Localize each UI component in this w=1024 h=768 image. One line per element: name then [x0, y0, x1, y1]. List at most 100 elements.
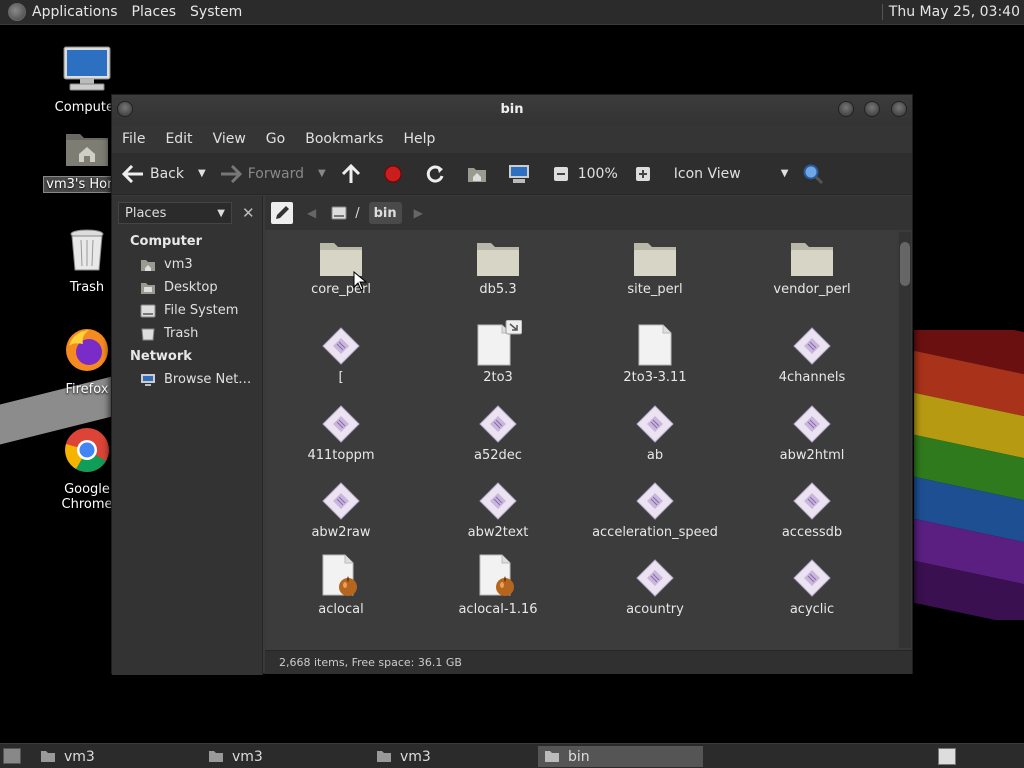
edit-location-icon[interactable] [271, 202, 293, 224]
location-bar: ◀ / bin ▶ [265, 196, 912, 230]
file-item[interactable]: abw2text [423, 479, 573, 540]
file-item[interactable]: core_perl [267, 236, 416, 297]
folder-icon [737, 236, 887, 278]
taskbar-item-active[interactable]: bin [538, 746, 703, 767]
file-item[interactable]: acyclic [737, 556, 887, 617]
sidebar-item-trash[interactable]: Trash [112, 322, 262, 345]
sidebar-section-computer: Computer [130, 234, 203, 249]
taskbar-item[interactable]: vm3 [202, 746, 367, 767]
distro-logo-icon[interactable] [8, 3, 26, 21]
maximize-button[interactable] [864, 101, 880, 117]
computer-button[interactable] [508, 163, 536, 185]
sidebar-item-vm3[interactable]: vm3 [112, 253, 262, 276]
window-titlebar[interactable]: bin [112, 95, 912, 125]
home-folder-icon [141, 259, 155, 271]
file-item[interactable]: acceleration_speed [580, 479, 730, 540]
bottom-panel: vm3 vm3 vm3 bin [0, 743, 1024, 768]
back-button[interactable]: Back ▼ [122, 163, 206, 185]
menu-go[interactable]: Go [266, 131, 285, 147]
zoom-out-button[interactable]: 100% [550, 163, 618, 185]
mouse-cursor-icon [353, 271, 367, 291]
menu-view[interactable]: View [213, 131, 246, 147]
menubar: File Edit View Go Bookmarks Help [112, 125, 912, 153]
file-item[interactable]: vendor_perl [737, 236, 887, 297]
window-title: bin [500, 102, 524, 117]
reload-button[interactable] [424, 163, 452, 185]
folder-icon [41, 751, 55, 762]
zoom-in-button[interactable] [632, 163, 660, 185]
home-button[interactable] [466, 163, 494, 185]
sidebar-item-desktop[interactable]: Desktop [112, 276, 262, 299]
vertical-scrollbar[interactable] [899, 232, 911, 648]
sidebar-item-browse-network[interactable]: Browse Net… [112, 368, 262, 391]
clock[interactable]: Thu May 25, 03:40 [881, 4, 1020, 20]
back-history-dropdown-icon[interactable]: ▼ [198, 168, 206, 179]
menu-edit[interactable]: Edit [165, 131, 192, 147]
crumb-root[interactable]: / [326, 202, 364, 224]
file-item[interactable]: 4channels [737, 324, 887, 385]
file-item[interactable]: acountry [580, 556, 730, 617]
executable-icon [580, 402, 730, 444]
menu-help[interactable]: Help [403, 131, 435, 147]
places-menu[interactable]: Places [132, 4, 177, 20]
search-button[interactable] [802, 163, 830, 185]
stop-button[interactable] [382, 163, 410, 185]
executable-icon [737, 479, 887, 521]
folder-icon [209, 751, 223, 762]
show-desktop-icon[interactable] [3, 748, 21, 764]
reload-icon [424, 163, 446, 185]
file-item[interactable]: aclocal-1.16 [423, 554, 573, 617]
taskbar-item[interactable]: vm3 [370, 746, 535, 767]
close-sidebar-icon[interactable]: ✕ [242, 204, 255, 222]
file-name: aclocal-1.16 [458, 602, 538, 617]
folder-icon [377, 751, 391, 762]
crumb-scroll-right-icon[interactable]: ▶ [414, 206, 423, 220]
menu-file[interactable]: File [122, 131, 145, 147]
file-name: abw2raw [311, 525, 371, 540]
drive-icon [331, 206, 347, 220]
up-button[interactable] [340, 163, 368, 185]
file-item[interactable]: accessdb [737, 479, 887, 540]
menu-bookmarks[interactable]: Bookmarks [305, 131, 383, 147]
file-item[interactable]: aclocal [267, 554, 416, 617]
file-item[interactable]: a52dec [423, 402, 573, 463]
system-menu[interactable]: System [190, 4, 242, 20]
trash-icon [141, 328, 155, 340]
file-item[interactable]: 411toppm [267, 402, 416, 463]
toolbar: Back ▼ Forward ▼ 100% Icon View ▼ [112, 153, 912, 195]
chevron-down-icon: ▼ [217, 207, 225, 219]
top-panel: Applications Places System Thu May 25, 0… [0, 0, 1024, 25]
executable-icon [423, 402, 573, 444]
file-item[interactable]: 2to3-3.11 [580, 324, 730, 385]
file-item[interactable]: 2to3 [423, 320, 573, 385]
file-item[interactable]: abw2raw [267, 479, 416, 540]
taskbar-item[interactable]: vm3 [34, 746, 199, 767]
forward-arrow-icon [220, 163, 242, 185]
sidebar-selector[interactable]: Places ▼ [118, 202, 232, 224]
file-item[interactable]: db5.3 [423, 236, 573, 297]
forward-history-dropdown-icon[interactable]: ▼ [318, 168, 326, 179]
crumb-bin[interactable]: bin [368, 202, 402, 224]
window-menu-button[interactable] [117, 101, 133, 117]
folder-icon [267, 236, 416, 278]
file-item[interactable]: ab [580, 402, 730, 463]
file-manager-window: bin File Edit View Go Bookmarks Help Bac… [111, 94, 913, 675]
file-item[interactable]: [ [267, 324, 416, 385]
file-item[interactable]: site_perl [580, 236, 730, 297]
view-mode-select[interactable]: Icon View ▼ [674, 166, 789, 182]
file-name: acyclic [789, 602, 835, 617]
places-sidebar: Places ▼ ✕ Computer vm3 Desktop File Sys… [112, 196, 263, 675]
applications-menu[interactable]: Applications [32, 4, 118, 20]
workspace-switcher[interactable] [938, 748, 956, 765]
folder-icon [545, 751, 559, 762]
forward-button[interactable]: Forward ▼ [220, 163, 326, 185]
minimize-button[interactable] [838, 101, 854, 117]
scrollbar-thumb[interactable] [900, 242, 910, 286]
home-folder-icon [466, 163, 488, 185]
file-item[interactable]: abw2html [737, 402, 887, 463]
close-button[interactable] [891, 101, 907, 117]
file-icon-view[interactable]: core_perl db5.3 site_perl vendor_perl [2to3 2… [267, 230, 897, 650]
crumb-scroll-left-icon[interactable]: ◀ [307, 206, 316, 220]
sidebar-item-file-system[interactable]: File System [112, 299, 262, 322]
chevron-down-icon: ▼ [780, 168, 789, 179]
